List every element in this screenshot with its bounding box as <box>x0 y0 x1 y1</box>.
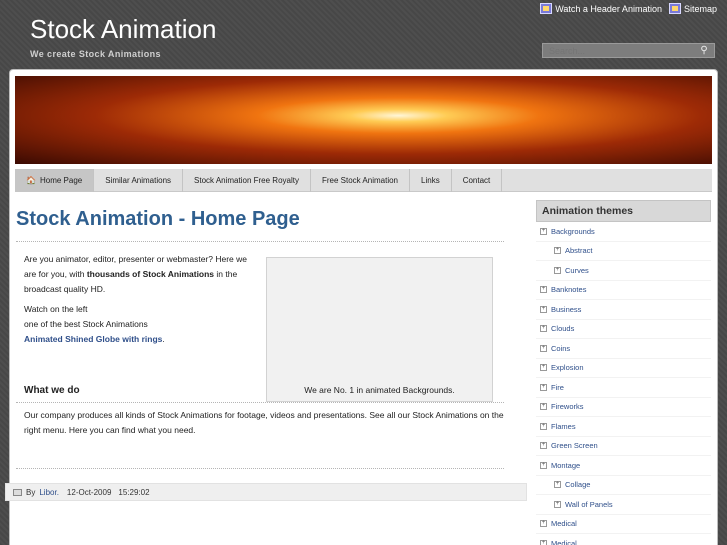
expand-icon[interactable]: + <box>554 481 561 489</box>
video-caption: We are No. 1 in animated Backgrounds. <box>304 385 455 395</box>
nav-stock-animation-free-royalty[interactable]: Stock Animation Free Royalty <box>183 169 311 192</box>
sidebar-heading: Animation themes <box>536 200 711 222</box>
sidebar-item-medical[interactable]: + Medical <box>536 534 711 545</box>
intro-text: Are you animator, editor, presenter or w… <box>24 252 256 347</box>
sidebar-item-banknotes[interactable]: + Banknotes <box>536 281 711 300</box>
sidebar-item-label: Business <box>551 304 582 314</box>
sidebar-item-clouds[interactable]: + Clouds <box>536 320 711 339</box>
sidebar-item-wall-of-panels[interactable]: + Wall of Panels <box>536 495 711 515</box>
nav-free-stock-animation[interactable]: Free Stock Animation <box>311 169 411 192</box>
watch-header-animation-label: Watch a Header Animation <box>555 3 662 14</box>
site-tagline: We create Stock Animations <box>30 49 161 59</box>
intro-paragraph: Are you animator, editor, presenter or w… <box>24 254 247 294</box>
search-input[interactable] <box>542 43 715 58</box>
expand-icon[interactable]: + <box>540 461 547 469</box>
sidebar-item-label: Wall of Panels <box>565 499 613 509</box>
home-icon: 🏠 <box>26 176 36 185</box>
sidebar-item-fireworks[interactable]: + Fireworks <box>536 398 711 417</box>
watch-header-animation-link[interactable]: Watch a Header Animation <box>540 3 662 14</box>
expand-icon[interactable]: + <box>540 325 547 333</box>
expand-icon[interactable]: + <box>540 227 547 235</box>
sidebar-item-label: Fireworks <box>551 402 584 412</box>
expand-icon[interactable]: + <box>554 266 561 274</box>
sidebar-item-montage[interactable]: + Montage <box>536 456 711 476</box>
company-text: Our company produces all kinds of Stock … <box>24 410 504 435</box>
header-banner-image <box>15 76 712 164</box>
main-nav: 🏠 Home Page Similar Animations Stock Ani… <box>15 169 712 192</box>
expand-icon[interactable]: + <box>540 520 547 528</box>
sidebar: Animation themes + Backgrounds + Abstract + C… <box>536 200 711 545</box>
sidebar-list: + Backgrounds + Abstract + Curves + Banknotes + B… <box>536 222 711 545</box>
video-icon <box>540 3 553 14</box>
expand-icon[interactable]: + <box>554 500 561 508</box>
sidebar-item-label: Coins <box>551 343 571 353</box>
sidebar-item-explosion[interactable]: + Explosion <box>536 359 711 378</box>
sitemap-link[interactable]: Sitemap <box>668 3 717 14</box>
post-time: 15:29:02 <box>118 487 150 497</box>
sidebar-item-label: Medical <box>551 538 577 545</box>
sitemap-label: Sitemap <box>683 3 717 14</box>
sidebar-item-collage[interactable]: + Collage <box>536 476 711 495</box>
expand-icon[interactable]: + <box>540 286 547 294</box>
sidebar-item-backgrounds[interactable]: + Backgrounds <box>536 222 711 242</box>
sidebar-item-label: Medical <box>551 519 577 529</box>
sidebar-item-curves[interactable]: + Curves <box>536 261 711 281</box>
sidebar-item-label: Collage <box>565 480 591 490</box>
section-heading: What we do <box>24 385 80 396</box>
page-title: Stock Animation - Home Page <box>16 208 300 230</box>
sidebar-item-label: Backgrounds <box>551 226 595 236</box>
divider <box>16 468 504 469</box>
sidebar-item-business[interactable]: + Business <box>536 300 711 320</box>
sidebar-item-label: Curves <box>565 265 589 275</box>
sitemap-icon <box>668 3 681 14</box>
expand-icon[interactable]: + <box>540 344 547 352</box>
post-date: 12-Oct-2009 <box>66 487 112 497</box>
site-title[interactable]: Stock Animation <box>30 14 216 45</box>
nav-similar-animations[interactable]: Similar Animations <box>94 169 184 192</box>
expand-icon[interactable]: + <box>540 403 547 411</box>
sidebar-item-flames[interactable]: + Flames <box>536 417 711 437</box>
post-info-bar: By Libor. 12-Oct-2009 15:29:02 <box>5 483 527 501</box>
sidebar-item-label: Montage <box>551 460 581 470</box>
sidebar-item-label: Banknotes <box>551 285 587 295</box>
sidebar-item-label: Clouds <box>551 324 575 334</box>
divider <box>16 241 504 242</box>
divider <box>16 402 504 403</box>
sidebar-item-label: Abstract <box>565 246 593 256</box>
expand-icon[interactable]: + <box>540 364 547 372</box>
search-icon[interactable]: ⚲ <box>697 44 711 57</box>
author-link[interactable]: Libor. <box>39 488 59 497</box>
sidebar-item-label: Fire <box>551 382 564 392</box>
sidebar-item-label: Flames <box>551 421 576 431</box>
animated-globe-link[interactable]: Animated Shined Globe with rings <box>24 334 162 344</box>
intro-line-3: one of the best Stock Animations <box>24 319 148 329</box>
video-player[interactable] <box>266 257 493 402</box>
sidebar-item-coins[interactable]: + Coins <box>536 339 711 359</box>
byline-prefix: By <box>26 487 36 497</box>
sidebar-item-green-screen[interactable]: + Green Screen <box>536 437 711 456</box>
expand-icon[interactable]: + <box>554 247 561 255</box>
expand-icon[interactable]: + <box>540 422 547 430</box>
nav-home-label: Home Page <box>39 176 83 185</box>
nav-home[interactable]: 🏠 Home Page <box>15 169 95 192</box>
comment-icon <box>13 488 22 496</box>
sidebar-item-label: Explosion <box>551 363 584 373</box>
sidebar-item-medical[interactable]: + Medical <box>536 515 711 534</box>
expand-icon[interactable]: + <box>540 442 547 450</box>
top-links: Watch a Header Animation Sitemap <box>540 3 717 14</box>
sidebar-item-abstract[interactable]: + Abstract <box>536 242 711 261</box>
expand-icon[interactable]: + <box>540 383 547 391</box>
nav-links[interactable]: Links <box>410 169 452 192</box>
nav-contact[interactable]: Contact <box>452 169 503 192</box>
expand-icon[interactable]: + <box>540 305 547 313</box>
sidebar-item-label: Green Screen <box>551 441 598 451</box>
expand-icon[interactable]: + <box>540 539 547 545</box>
sidebar-item-fire[interactable]: + Fire <box>536 378 711 398</box>
intro-line-2: Watch on the left <box>24 304 88 314</box>
main-content: Stock Animation - Home Page Are you anim… <box>14 208 514 469</box>
